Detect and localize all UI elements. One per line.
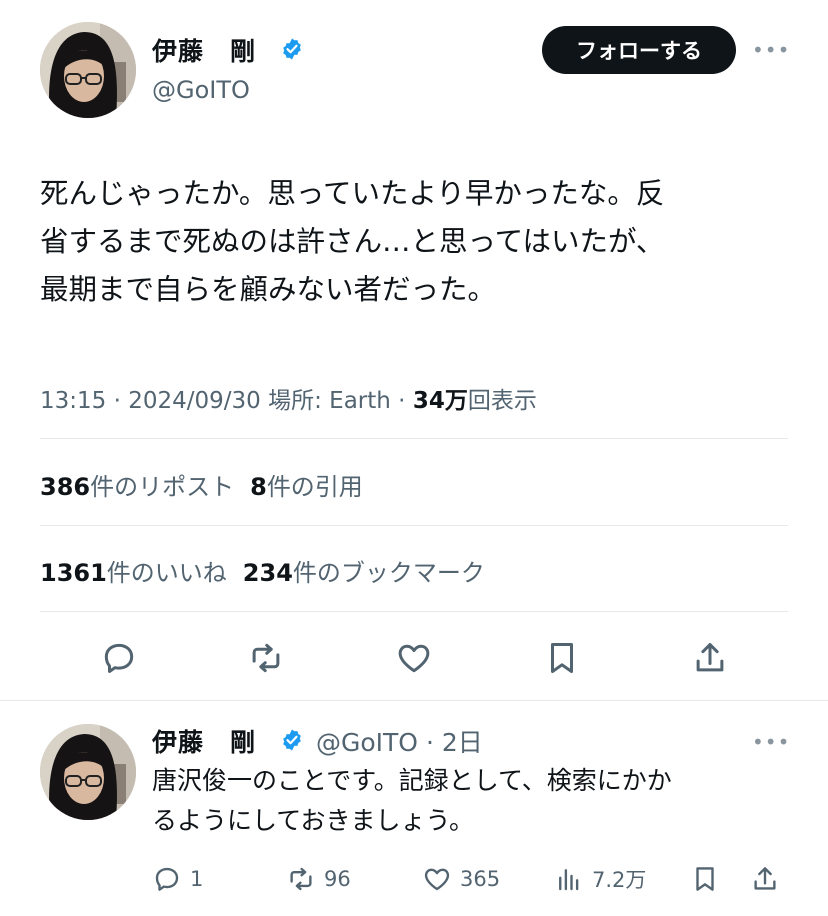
heart-icon bbox=[424, 868, 450, 891]
reply-button[interactable] bbox=[97, 636, 141, 680]
verified-badge-icon bbox=[283, 38, 301, 60]
reply-replies-count: 1 bbox=[190, 867, 204, 891]
reposts-label: 件のリポスト bbox=[90, 473, 235, 501]
reply-author-meta: @GoITO · 2日 bbox=[316, 723, 483, 759]
heart-icon bbox=[398, 644, 430, 673]
reply-author-handle[interactable]: @GoITO bbox=[316, 728, 418, 757]
verified-badge-icon bbox=[283, 729, 301, 751]
views-count: 34万 bbox=[412, 388, 468, 414]
divider bbox=[40, 611, 788, 612]
likes-stat[interactable]: 1361件のいいね bbox=[40, 559, 227, 587]
tweet-text: 死んじゃったか。思っていたより早かったな。反 省するまで死ぬのは許さん…と思って… bbox=[40, 177, 665, 306]
share-icon bbox=[754, 867, 776, 890]
divider bbox=[40, 438, 788, 439]
likes-label: 件のいいね bbox=[106, 559, 227, 587]
bookmarks-stat[interactable]: 234件のブックマーク bbox=[243, 559, 485, 587]
repost-icon bbox=[290, 867, 312, 891]
tweet-meta: 13:15 · 2024/09/30 場所: Earth · 34万回表示 bbox=[40, 381, 537, 415]
repost-button[interactable] bbox=[244, 636, 288, 680]
quotes-label: 件の引用 bbox=[266, 473, 363, 501]
reply-reposts-count: 96 bbox=[324, 867, 351, 891]
repost-icon bbox=[252, 643, 280, 673]
reply-views-button[interactable]: 7.2万 bbox=[554, 864, 646, 894]
bookmarks-count: 234 bbox=[242, 559, 293, 587]
reply-icon bbox=[104, 643, 134, 673]
reply-like-button[interactable]: 365 bbox=[422, 864, 500, 894]
bookmarks-label: 件のブックマーク bbox=[292, 559, 485, 587]
meta-separator: · bbox=[390, 388, 413, 414]
reply-reply-button[interactable]: 1 bbox=[152, 864, 203, 894]
like-button[interactable] bbox=[392, 636, 436, 680]
reply-icon bbox=[155, 867, 179, 891]
reply-bookmark-button[interactable] bbox=[690, 864, 728, 894]
divider bbox=[40, 525, 788, 526]
stats-row-reposts: 386件のリポスト 8件の引用 bbox=[40, 467, 379, 502]
tweet-date[interactable]: 2024/09/30 bbox=[128, 388, 261, 414]
tweet-time[interactable]: 13:15 bbox=[40, 388, 106, 414]
share-button[interactable] bbox=[688, 636, 732, 680]
views-chart-icon bbox=[559, 869, 579, 891]
author-avatar[interactable] bbox=[40, 22, 136, 118]
bookmark-button[interactable] bbox=[540, 636, 584, 680]
meta-separator: · bbox=[106, 388, 129, 414]
reply-author-name[interactable]: 伊藤 剛 bbox=[152, 723, 256, 759]
reply-views-count: 7.2万 bbox=[592, 868, 647, 892]
views-label: 回表示 bbox=[467, 388, 537, 414]
follow-button[interactable]: フォローする bbox=[542, 26, 736, 74]
tweet-location: 場所: Earth bbox=[260, 388, 391, 414]
bookmark-icon bbox=[696, 867, 714, 891]
reply-author-avatar[interactable] bbox=[40, 724, 136, 820]
likes-count: 1361 bbox=[40, 559, 107, 587]
divider bbox=[0, 700, 828, 701]
reply-repost-button[interactable]: 96 bbox=[286, 864, 351, 894]
reply-time[interactable]: · 2日 bbox=[418, 728, 483, 757]
share-icon bbox=[696, 643, 724, 672]
bookmark-icon bbox=[550, 643, 574, 673]
reply-text: 唐沢俊一のことです。記録として、検索にかか るようにしておきましょう。 bbox=[152, 766, 672, 835]
reply-more-options-icon[interactable]: ••• bbox=[752, 730, 790, 754]
quotes-count: 8 bbox=[250, 473, 267, 501]
reposts-stat[interactable]: 386件のリポスト bbox=[40, 473, 234, 501]
reply-share-button[interactable] bbox=[750, 864, 788, 894]
author-name[interactable]: 伊藤 剛 bbox=[152, 32, 256, 68]
more-options-icon[interactable]: ••• bbox=[752, 38, 790, 62]
stats-row-likes: 1361件のいいね 234件のブックマーク bbox=[40, 553, 501, 588]
quotes-stat[interactable]: 8件の引用 bbox=[250, 473, 363, 501]
reposts-count: 386 bbox=[40, 473, 91, 501]
author-handle[interactable]: @GoITO bbox=[152, 76, 250, 104]
reply-likes-count: 365 bbox=[460, 867, 501, 891]
